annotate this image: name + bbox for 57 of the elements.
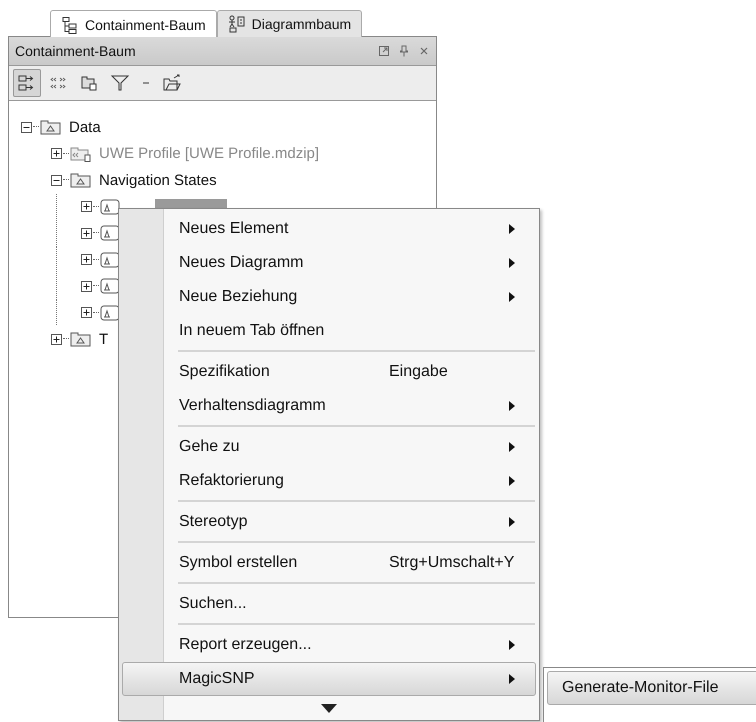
menu-item[interactable]: Refaktorierung bbox=[122, 464, 536, 498]
expand-icon[interactable] bbox=[81, 254, 92, 266]
menu-item-label: Refaktorierung bbox=[179, 472, 285, 490]
tree-item[interactable]: T bbox=[97, 330, 110, 349]
menu-item[interactable]: In neuem Tab öffnen bbox=[122, 314, 536, 348]
diagram-icon bbox=[228, 15, 246, 33]
menu-item-label: Neues Element bbox=[179, 220, 290, 238]
state-icon bbox=[100, 198, 122, 215]
tree-icon bbox=[61, 16, 79, 34]
collapse-icon[interactable] bbox=[51, 174, 62, 186]
expand-icon[interactable] bbox=[81, 307, 92, 318]
menu-item-label: Suchen... bbox=[179, 595, 248, 613]
menu-item-label: Verhaltensdiagramm bbox=[179, 397, 327, 415]
menu-item[interactable]: Stereotyp bbox=[122, 505, 536, 539]
tree-item[interactable]: Data bbox=[67, 118, 103, 137]
pin-icon[interactable] bbox=[398, 45, 410, 57]
open-folder-icon bbox=[162, 73, 182, 93]
menu-item[interactable]: Neues Element bbox=[122, 212, 536, 246]
restore-icon[interactable] bbox=[378, 45, 390, 57]
toolbar-button[interactable] bbox=[13, 69, 41, 97]
menu-item[interactable]: Symbol erstellen Strg+Umschalt+Y bbox=[122, 546, 536, 580]
scroll-down-icon[interactable] bbox=[321, 704, 337, 712]
package-icon bbox=[70, 331, 92, 348]
shortcut-label: Strg+Umschalt+Y bbox=[389, 554, 515, 572]
tab[interactable]: Diagrammbaum bbox=[216, 10, 362, 37]
menu-item-label: MagicSNP bbox=[179, 670, 256, 688]
menu-item[interactable]: Neue Beziehung bbox=[122, 280, 536, 314]
menu-item[interactable]: Gehe zu bbox=[122, 430, 536, 464]
menu-item-label: In neuem Tab öffnen bbox=[179, 322, 326, 340]
expand-icon[interactable] bbox=[81, 280, 92, 292]
menu-item[interactable]: Verhaltensdiagramm bbox=[122, 389, 536, 423]
menu-item-label: Symbol erstellen bbox=[179, 554, 298, 572]
menu-item[interactable]: Generate-Monitor-File bbox=[547, 671, 756, 705]
menu-item[interactable]: Neues Diagramm bbox=[122, 246, 536, 280]
menu-item-label: Neue Beziehung bbox=[179, 288, 298, 306]
tree-item[interactable]: Navigation States bbox=[97, 170, 219, 190]
menu-item-label: Report erzeugen... bbox=[179, 636, 313, 654]
menu-item-label: Stereotyp bbox=[179, 513, 248, 531]
menu-item-label: Spezifikation bbox=[179, 363, 271, 381]
menu-item[interactable]: MagicSNP bbox=[122, 662, 536, 696]
expand-icon[interactable] bbox=[81, 201, 92, 212]
menu-item-label: Neues Diagramm bbox=[179, 254, 304, 272]
package-icon bbox=[40, 119, 62, 136]
menu-item[interactable]: Spezifikation Eingabe bbox=[122, 355, 536, 389]
filter-icon bbox=[110, 73, 130, 93]
tab[interactable]: Containment-Baum bbox=[50, 10, 217, 38]
expand-icon[interactable] bbox=[51, 334, 62, 345]
shortcut-label: Eingabe bbox=[389, 363, 449, 381]
close-icon[interactable] bbox=[418, 45, 430, 57]
menu-item[interactable]: Report erzeugen... bbox=[122, 628, 536, 662]
package-icon bbox=[70, 172, 92, 188]
profile-icon bbox=[70, 146, 92, 162]
expand-icon[interactable] bbox=[81, 228, 92, 239]
panel-title: Containment-Baum bbox=[15, 43, 137, 59]
menu-item-label: Gehe zu bbox=[179, 438, 240, 456]
collapse-icon[interactable] bbox=[21, 122, 32, 133]
menu-item[interactable]: Suchen... bbox=[122, 587, 536, 621]
